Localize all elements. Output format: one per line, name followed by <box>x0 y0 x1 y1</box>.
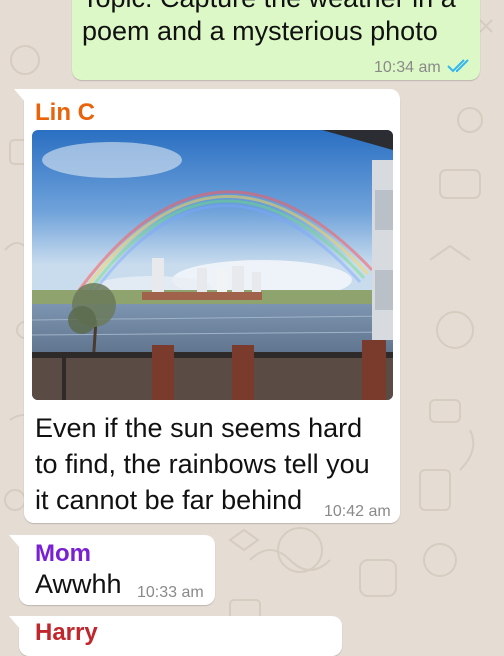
bubble-tail <box>9 616 21 630</box>
message-timestamp: 10:42 am <box>324 503 391 520</box>
message-text-line: it cannot be far behind <box>35 485 303 515</box>
sender-name: Mom <box>35 540 91 567</box>
message-text-line: Even if the sun seems hard <box>35 413 363 443</box>
incoming-message-bubble[interactable]: Lin C Even if the sun seems hard to find… <box>14 89 400 523</box>
incoming-message-bubble[interactable]: Harry <box>9 616 342 656</box>
outgoing-message-bubble[interactable]: Topic: Capture the weather in a poem and… <box>72 0 480 80</box>
photo-image <box>32 130 393 400</box>
incoming-message-bubble[interactable]: Mom Awwhh 10:33 am <box>9 535 215 605</box>
message-text-line: to find, the rainbows tell you <box>35 449 370 479</box>
message-text-line: Awwhh <box>35 569 122 599</box>
message-text-line: poem and a mysterious photo <box>82 16 438 46</box>
message-timestamp: 10:33 am <box>137 584 204 601</box>
message-timestamp: 10:34 am <box>374 59 441 76</box>
bubble-tail <box>9 535 21 549</box>
rainbow-over-river-photo[interactable] <box>32 130 393 400</box>
bubble-tail <box>14 89 26 103</box>
sender-name: Lin C <box>35 99 95 126</box>
double-check-read-icon <box>447 59 469 73</box>
sender-name: Harry <box>35 619 98 646</box>
